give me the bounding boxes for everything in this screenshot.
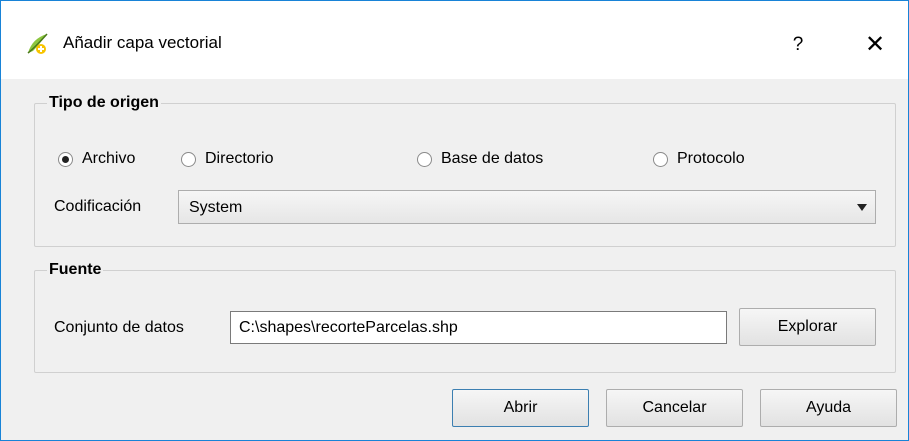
radio-base-de-datos[interactable]: Base de datos: [417, 150, 543, 168]
source-group-title: Fuente: [47, 261, 104, 279]
radio-protocolo[interactable]: Protocolo: [653, 150, 745, 168]
chevron-down-icon[interactable]: [857, 204, 867, 211]
radio-label: Directorio: [205, 150, 274, 167]
radio-archivo[interactable]: Archivo: [58, 150, 135, 168]
help-icon[interactable]: ?: [776, 25, 820, 65]
cancel-button[interactable]: Cancelar: [606, 389, 743, 427]
radio-label: Archivo: [82, 150, 136, 167]
radio-button[interactable]: [417, 151, 432, 167]
radio-label: Base de datos: [441, 150, 544, 167]
close-icon[interactable]: ✕: [853, 25, 897, 65]
radio-label: Protocolo: [677, 150, 745, 167]
source-type-group-title: Tipo de origen: [47, 94, 161, 112]
radio-button[interactable]: [653, 151, 668, 167]
radio-button[interactable]: [58, 151, 73, 167]
dialog-window: Añadir capa vectorial ? ✕ Tipo de origen…: [0, 0, 909, 441]
dataset-path-input[interactable]: [230, 311, 727, 344]
window-title: Añadir capa vectorial: [63, 33, 222, 52]
radio-directorio[interactable]: Directorio: [181, 150, 273, 168]
title-bar: Añadir capa vectorial ? ✕: [1, 1, 908, 79]
source-type-group: [34, 103, 896, 247]
qgis-add-vector-icon: [25, 31, 51, 57]
radio-button[interactable]: [181, 151, 196, 167]
dataset-label: Conjunto de datos: [54, 319, 184, 336]
encoding-label: Codificación: [54, 198, 142, 215]
help-button[interactable]: Ayuda: [760, 389, 897, 427]
encoding-select[interactable]: System: [178, 190, 876, 224]
open-button[interactable]: Abrir: [452, 389, 589, 427]
browse-button[interactable]: Explorar: [739, 308, 876, 346]
encoding-value: System: [189, 199, 243, 216]
